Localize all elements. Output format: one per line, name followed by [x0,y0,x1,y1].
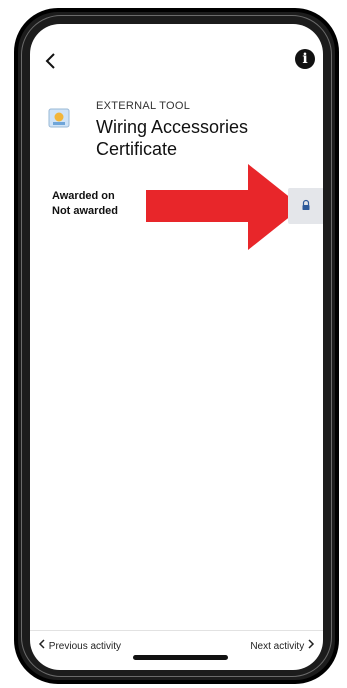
certificate-icon [48,108,70,130]
lock-button[interactable] [288,188,323,224]
activity-navigation: Previous activity Next activity [30,630,323,655]
top-bar: i [30,48,323,76]
info-icon[interactable]: i [295,49,315,69]
next-activity-link[interactable]: Next activity [250,639,315,652]
next-activity-label: Next activity [250,641,305,652]
chevron-right-small-icon [308,639,315,649]
app-screen: i EXTERNAL TOOL Wiring Accessories Certi… [30,24,323,670]
chevron-left-icon[interactable] [40,48,64,76]
activity-type-label: EXTERNAL TOOL [96,100,191,112]
home-indicator[interactable] [133,655,228,660]
chevron-left-small-icon [38,639,45,649]
page-title: Wiring Accessories Certificate [96,117,249,159]
lock-icon [288,199,323,227]
previous-activity-link[interactable]: Previous activity [38,639,121,652]
awarded-on-label: Awarded on [52,190,115,202]
phone-frame: i EXTERNAL TOOL Wiring Accessories Certi… [14,8,339,684]
previous-activity-label: Previous activity [48,641,122,652]
red-arrow-annotation [146,164,302,250]
award-status: Awarded on Not awarded [52,189,118,219]
award-status-value: Not awarded [52,205,119,217]
